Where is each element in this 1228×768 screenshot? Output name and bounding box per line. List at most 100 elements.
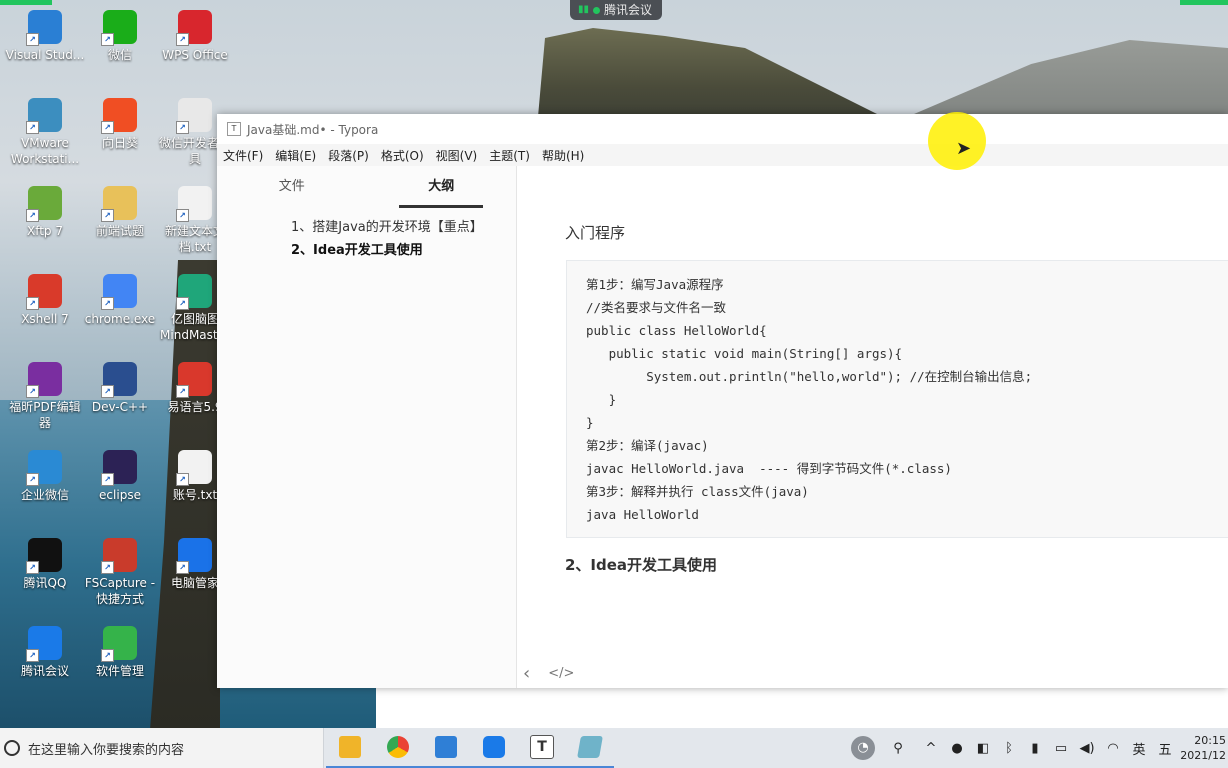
menu-file[interactable]: 文件(F) bbox=[223, 147, 263, 164]
shortcut-arrow-icon: ↗ bbox=[26, 649, 39, 662]
editor-status-area bbox=[517, 658, 1228, 688]
code-line: 第3步：解释并执行 class文件(java) bbox=[586, 484, 809, 499]
ime-mode-indicator[interactable]: 五 bbox=[1152, 739, 1178, 758]
code-line: public static void main(String[] args){ bbox=[586, 346, 903, 361]
code-line: javac HelloWorld.java ---- 得到字节码文件(*.cla… bbox=[586, 461, 952, 476]
shortcut-arrow-icon: ↗ bbox=[26, 561, 39, 574]
taskbar-tencent-meeting[interactable] bbox=[470, 728, 518, 768]
recording-dot-icon bbox=[593, 6, 601, 14]
desktop-icon-label: 微信 bbox=[107, 48, 132, 62]
code-line: } bbox=[586, 415, 594, 430]
tab-outline[interactable]: 大纲 bbox=[367, 166, 517, 208]
software-manager-icon: ↗ bbox=[101, 626, 137, 662]
shortcut-arrow-icon: ↗ bbox=[176, 121, 189, 134]
desktop-icon-tencent-meeting[interactable]: ↗ 腾讯会议 bbox=[5, 626, 85, 679]
people-icon[interactable]: ⚲ bbox=[878, 741, 918, 756]
eclipse-icon: ↗ bbox=[101, 450, 137, 486]
desktop-icon-fscapture[interactable]: ↗ FSCapture - 快捷方式 bbox=[80, 538, 160, 607]
tab-files[interactable]: 文件 bbox=[217, 166, 367, 208]
microphone-icon[interactable]: ▮ bbox=[1022, 741, 1048, 756]
outline-item[interactable]: 1、搭建Java的开发环境【重点】 bbox=[217, 216, 516, 239]
chevron-up-icon[interactable]: ^ bbox=[918, 741, 944, 756]
notepad-icon bbox=[577, 736, 603, 758]
code-line: //类名要求与文件名一致 bbox=[586, 300, 727, 315]
wechat-devtools-icon: ↗ bbox=[176, 98, 212, 134]
code-block[interactable]: 第1步：编写Java源程序 //类名要求与文件名一致 public class … bbox=[566, 260, 1228, 538]
shortcut-arrow-icon: ↗ bbox=[26, 121, 39, 134]
desktop-icon-xftp[interactable]: ↗ Xftp 7 bbox=[5, 186, 85, 239]
window-title: Java基础.md• - Typora bbox=[247, 122, 379, 137]
desktop-icon-folder-frontend[interactable]: ↗ 前端试题 bbox=[80, 186, 160, 239]
wifi-icon[interactable]: ◠ bbox=[1100, 741, 1126, 756]
taskbar: 在这里输入你要搜索的内容 T ◔ ⚲ ^ ● ◧ ᛒ ▮ ▭ ◀) ◠ 英 五 … bbox=[0, 728, 1228, 768]
mindmaster-icon: ↗ bbox=[176, 274, 212, 310]
wps-office-icon: ↗ bbox=[176, 10, 212, 46]
shortcut-arrow-icon: ↗ bbox=[26, 297, 39, 310]
blank-area bbox=[376, 688, 1228, 728]
outline-item-active[interactable]: 2、Idea开发工具使用 bbox=[217, 239, 516, 262]
sidebar-tabs: 文件 大纲 bbox=[217, 166, 516, 208]
menu-view[interactable]: 视图(V) bbox=[436, 147, 478, 164]
wecom-icon: ↗ bbox=[26, 450, 62, 486]
editor-footer: ‹ </> bbox=[517, 658, 574, 688]
user-avatar-icon[interactable]: ◔ bbox=[848, 736, 878, 760]
desktop-icon-eclipse[interactable]: ↗ eclipse bbox=[80, 450, 160, 503]
desktop-icon-wechat[interactable]: ↗ 微信 bbox=[80, 10, 160, 63]
system-tray: ◔ ⚲ ^ ● ◧ ᛒ ▮ ▭ ◀) ◠ 英 五 20:15 2021/12 bbox=[848, 728, 1228, 768]
desktop-icon-chrome[interactable]: ↗ chrome.exe bbox=[80, 274, 160, 327]
desktop-icon-foxit-pdf[interactable]: ↗ 福昕PDF编辑器 bbox=[5, 362, 85, 431]
typora-window[interactable]: T Java基础.md• - Typora 文件(F) 编辑(E) 段落(P) … bbox=[217, 114, 1228, 688]
text-file-icon: ↗ bbox=[176, 186, 212, 222]
collapse-sidebar-icon[interactable]: ‹ bbox=[523, 663, 530, 684]
desktop-icon-label: 腾讯会议 bbox=[20, 664, 69, 678]
meeting-status-pill[interactable]: ▮▮ 腾讯会议 bbox=[570, 0, 662, 20]
editor-area[interactable]: 入门程序 第1步：编写Java源程序 //类名要求与文件名一致 public c… bbox=[517, 166, 1228, 688]
desktop-icon-label: chrome.exe bbox=[84, 312, 156, 326]
desktop-icon-label: Xftp 7 bbox=[26, 224, 63, 238]
taskbar-file-explorer[interactable] bbox=[326, 728, 374, 768]
xftp-icon: ↗ bbox=[26, 186, 62, 222]
code-line: System.out.println("hello,world"); //在控制… bbox=[586, 369, 1033, 384]
xshell-icon: ↗ bbox=[26, 274, 62, 310]
desktop-icon-software-manager[interactable]: ↗ 软件管理 bbox=[80, 626, 160, 679]
qq-tray-icon[interactable]: ● bbox=[944, 741, 970, 756]
desktop-icon-qq[interactable]: ↗ 腾讯QQ bbox=[5, 538, 85, 591]
desktop-icon-sunlogin[interactable]: ↗ 向日葵 bbox=[80, 98, 160, 151]
menu-paragraph[interactable]: 段落(P) bbox=[328, 147, 369, 164]
title-bar[interactable]: T Java基础.md• - Typora bbox=[217, 114, 1228, 144]
menu-format[interactable]: 格式(O) bbox=[381, 147, 424, 164]
menu-theme[interactable]: 主题(T) bbox=[489, 147, 530, 164]
folder-icon bbox=[339, 736, 361, 758]
taskbar-typora[interactable]: T bbox=[518, 728, 566, 768]
e-language-icon: ↗ bbox=[176, 362, 212, 398]
paragraph-text: 入门程序 bbox=[565, 224, 626, 242]
menu-edit[interactable]: 编辑(E) bbox=[275, 147, 316, 164]
shortcut-arrow-icon: ↗ bbox=[176, 385, 189, 398]
code-line: } bbox=[586, 392, 617, 407]
battery-icon[interactable]: ▭ bbox=[1048, 741, 1074, 756]
desktop-icon-visual-studio[interactable]: ↗ Visual Stud... bbox=[5, 10, 85, 63]
taskbar-meeting-window[interactable] bbox=[422, 728, 470, 768]
volume-icon[interactable]: ◀) bbox=[1074, 741, 1100, 756]
desktop-icon-vmware[interactable]: ↗ VMware Workstati... bbox=[5, 98, 85, 167]
bluetooth-icon[interactable]: ᛒ bbox=[996, 741, 1022, 756]
visual-studio-icon: ↗ bbox=[26, 10, 62, 46]
menu-help[interactable]: 帮助(H) bbox=[542, 147, 584, 164]
desktop-icon-xshell[interactable]: ↗ Xshell 7 bbox=[5, 274, 85, 327]
screen-share-indicator bbox=[1180, 0, 1228, 5]
signal-icon: ▮▮ bbox=[578, 4, 590, 15]
desktop-icon-dev-cpp[interactable]: ↗ Dev-C++ bbox=[80, 362, 160, 415]
taskbar-notepad[interactable] bbox=[566, 728, 614, 768]
sunlogin-icon: ↗ bbox=[101, 98, 137, 134]
taskbar-chrome[interactable] bbox=[374, 728, 422, 768]
source-code-mode-icon[interactable]: </> bbox=[548, 666, 574, 681]
clock[interactable]: 20:15 2021/12 bbox=[1178, 733, 1228, 763]
ime-indicator[interactable]: 英 bbox=[1126, 739, 1152, 758]
mountain-image bbox=[900, 40, 1228, 120]
text-file-account-icon: ↗ bbox=[176, 450, 212, 486]
desktop-icon-wecom[interactable]: ↗ 企业微信 bbox=[5, 450, 85, 503]
wechat-tray-icon[interactable]: ◧ bbox=[970, 741, 996, 756]
tencent-meeting-icon: ↗ bbox=[26, 626, 62, 662]
desktop-icon-wps-office[interactable]: ↗ WPS Office bbox=[155, 10, 235, 63]
taskbar-search[interactable]: 在这里输入你要搜索的内容 bbox=[0, 728, 324, 768]
